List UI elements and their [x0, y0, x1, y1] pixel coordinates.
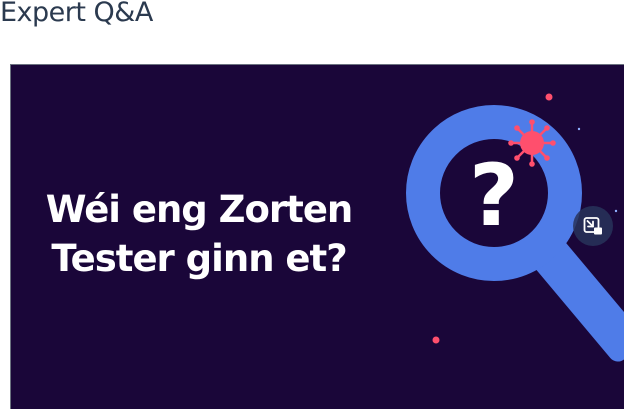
video-headline-line2: Tester ginn et? — [51, 237, 346, 280]
video-headline-line1: Wéi eng Zorten — [46, 188, 353, 231]
magnifier-question-mark: ? — [469, 146, 519, 246]
section-title: Expert Q&A — [0, 0, 153, 28]
video-thumbnail[interactable]: ? Wéi eng Zorten Tester ginn et? — [11, 65, 624, 409]
virus-icon — [508, 119, 556, 167]
decor-dot — [614, 209, 618, 213]
video-player[interactable]: ? Wéi eng Zorten Tester ginn et? — [10, 64, 624, 409]
picture-in-picture-icon — [583, 217, 602, 235]
decor-dot — [577, 127, 581, 131]
decor-dot — [432, 336, 440, 344]
picture-in-picture-button[interactable] — [573, 206, 613, 246]
decor-dot — [545, 93, 553, 101]
